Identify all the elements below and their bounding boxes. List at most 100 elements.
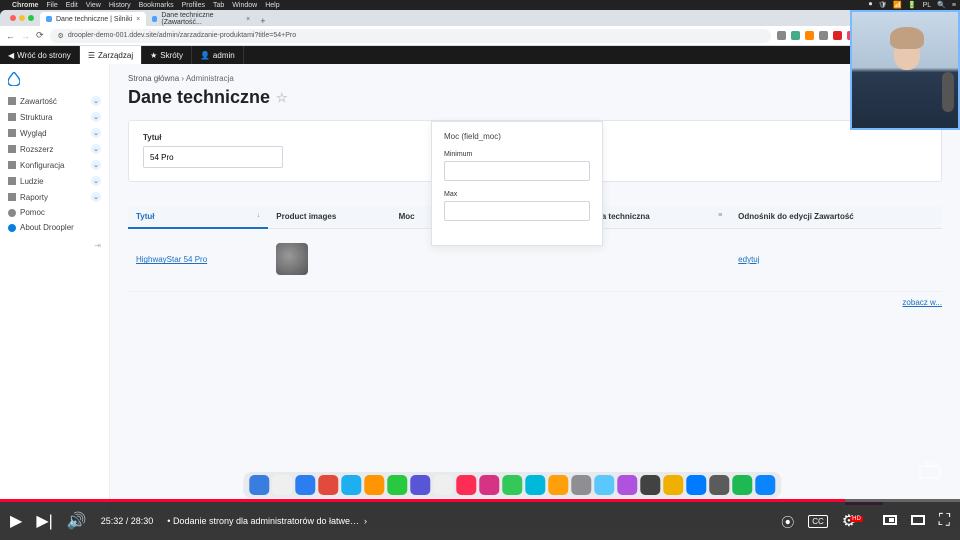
- sidebar-item-extend[interactable]: Rozszerz ⌄: [0, 141, 109, 157]
- status-icon[interactable]: ⏺: [869, 1, 873, 9]
- dock-app-icon[interactable]: [686, 475, 706, 495]
- row-edit-link[interactable]: edytuj: [738, 255, 759, 264]
- reload-button[interactable]: ⟳: [36, 30, 44, 41]
- chevron-down-icon[interactable]: ⌄: [91, 128, 101, 138]
- ext-icon[interactable]: [805, 31, 814, 40]
- sidebar-item-help[interactable]: Pomoc: [0, 205, 109, 220]
- play-button[interactable]: ▶: [10, 511, 22, 531]
- chevron-down-icon[interactable]: ⌄: [91, 112, 101, 122]
- minimize-window-button[interactable]: [19, 15, 25, 21]
- chevron-down-icon[interactable]: ⌄: [91, 176, 101, 186]
- ext-icon[interactable]: [791, 31, 800, 40]
- menu-edit[interactable]: Edit: [66, 2, 78, 9]
- sidebar-item-structure[interactable]: Struktura ⌄: [0, 109, 109, 125]
- shortcuts-button[interactable]: ★ Skróty: [142, 46, 192, 64]
- sidebar-item-content[interactable]: Zawartość ⌄: [0, 93, 109, 109]
- dock-app-icon[interactable]: [249, 475, 269, 495]
- dock-app-icon[interactable]: [272, 475, 292, 495]
- input-lang[interactable]: PL: [923, 2, 932, 9]
- dock-app-icon[interactable]: [732, 475, 752, 495]
- manage-button[interactable]: ☰ Zarządzaj: [80, 46, 142, 64]
- ext-icon[interactable]: [777, 31, 786, 40]
- col-images[interactable]: Product images: [268, 206, 390, 228]
- sidebar-item-config[interactable]: Konfiguracja ⌄: [0, 157, 109, 173]
- browser-tab[interactable]: Dane techniczne (Zawartość... ×: [146, 12, 256, 26]
- next-button[interactable]: ▶|: [36, 511, 52, 531]
- new-tab-button[interactable]: +: [256, 16, 269, 26]
- min-input[interactable]: [444, 161, 590, 181]
- dock-app-icon[interactable]: [295, 475, 315, 495]
- collapse-sidebar-icon[interactable]: ⇥: [0, 235, 109, 256]
- miniplayer-button[interactable]: [883, 512, 897, 530]
- menu-profiles[interactable]: Profiles: [182, 2, 205, 9]
- title-filter-input[interactable]: [143, 146, 283, 168]
- dock-app-icon[interactable]: [640, 475, 660, 495]
- see-all-link[interactable]: zobacz w...: [902, 298, 942, 307]
- dock-app-icon[interactable]: [387, 475, 407, 495]
- dock-app-icon[interactable]: [456, 475, 476, 495]
- fullscreen-button[interactable]: ⛶: [939, 512, 950, 530]
- control-center-icon[interactable]: ≡: [952, 2, 956, 9]
- sidebar-item-reports[interactable]: Raporty ⌄: [0, 189, 109, 205]
- dock-app-icon[interactable]: [410, 475, 430, 495]
- dock-app-icon[interactable]: [663, 475, 683, 495]
- chevron-down-icon[interactable]: ⌄: [91, 96, 101, 106]
- status-icon[interactable]: 🛡: [878, 1, 887, 9]
- breadcrumb-home[interactable]: Strona główna: [128, 74, 179, 83]
- dock-app-icon[interactable]: [318, 475, 338, 495]
- captions-button[interactable]: CC: [808, 515, 828, 528]
- browser-tab[interactable]: Dane techniczne | Silniki ×: [40, 12, 146, 26]
- max-input[interactable]: [444, 201, 590, 221]
- wifi-icon[interactable]: 📶: [893, 1, 902, 9]
- video-chapter[interactable]: • Dodanie strony dla administratorów do …: [167, 516, 367, 526]
- dock-app-icon[interactable]: [479, 475, 499, 495]
- maximize-window-button[interactable]: [28, 15, 34, 21]
- favorite-star-icon[interactable]: ☆: [276, 90, 288, 106]
- search-icon[interactable]: 🔍: [937, 1, 946, 9]
- dock-app-icon[interactable]: [755, 475, 775, 495]
- dock-app-icon[interactable]: [525, 475, 545, 495]
- back-to-site-button[interactable]: ◀ Wróć do strony: [0, 46, 80, 64]
- chevron-down-icon[interactable]: ⌄: [91, 192, 101, 202]
- close-window-button[interactable]: [10, 15, 16, 21]
- menu-help[interactable]: Help: [265, 2, 279, 9]
- theater-button[interactable]: [911, 512, 925, 530]
- close-tab-icon[interactable]: ×: [136, 16, 140, 23]
- menu-view[interactable]: View: [86, 2, 101, 9]
- user-menu-button[interactable]: 👤 admin: [192, 46, 244, 64]
- url-input[interactable]: ⚙ droopler-demo-001.ddev.site/admin/zarz…: [50, 29, 771, 43]
- sidebar-item-appearance[interactable]: Wygląd ⌄: [0, 125, 109, 141]
- battery-icon[interactable]: 🔋: [908, 1, 917, 9]
- volume-button[interactable]: 🔊: [67, 511, 87, 531]
- sidebar-item-about[interactable]: About Droopler: [0, 220, 109, 235]
- dock-app-icon[interactable]: [548, 475, 568, 495]
- product-image-thumbnail[interactable]: [276, 243, 308, 275]
- col-title[interactable]: Tytuł↓: [128, 206, 268, 228]
- forward-button[interactable]: →: [21, 31, 30, 41]
- dock-app-icon[interactable]: [364, 475, 384, 495]
- dock-app-icon[interactable]: [502, 475, 522, 495]
- chevron-down-icon[interactable]: ⌄: [91, 160, 101, 170]
- row-title-link[interactable]: HighwayStar 54 Pro: [136, 255, 207, 264]
- menu-history[interactable]: History: [109, 2, 131, 9]
- dock-app-icon[interactable]: [433, 475, 453, 495]
- chevron-down-icon[interactable]: ⌄: [91, 144, 101, 154]
- back-button[interactable]: ←: [6, 31, 15, 41]
- sidebar-item-people[interactable]: Ludzie ⌄: [0, 173, 109, 189]
- dock-app-icon[interactable]: [709, 475, 729, 495]
- dock-app-icon[interactable]: [571, 475, 591, 495]
- close-tab-icon[interactable]: ×: [246, 16, 250, 23]
- dock-app-icon[interactable]: [617, 475, 637, 495]
- dock-app-icon[interactable]: [341, 475, 361, 495]
- ext-icon[interactable]: [833, 31, 842, 40]
- menu-tab[interactable]: Tab: [213, 2, 224, 9]
- settings-button[interactable]: ⚙HD: [842, 511, 869, 531]
- menu-file[interactable]: File: [46, 2, 57, 9]
- menu-window[interactable]: Window: [232, 2, 257, 9]
- app-name[interactable]: Chrome: [12, 2, 38, 9]
- ext-icon[interactable]: [819, 31, 828, 40]
- site-info-icon[interactable]: ⚙: [58, 32, 64, 40]
- col-edit-link[interactable]: Odnośnik do edycji Zawartość: [730, 206, 942, 228]
- dock-app-icon[interactable]: [594, 475, 614, 495]
- menu-bookmarks[interactable]: Bookmarks: [139, 2, 174, 9]
